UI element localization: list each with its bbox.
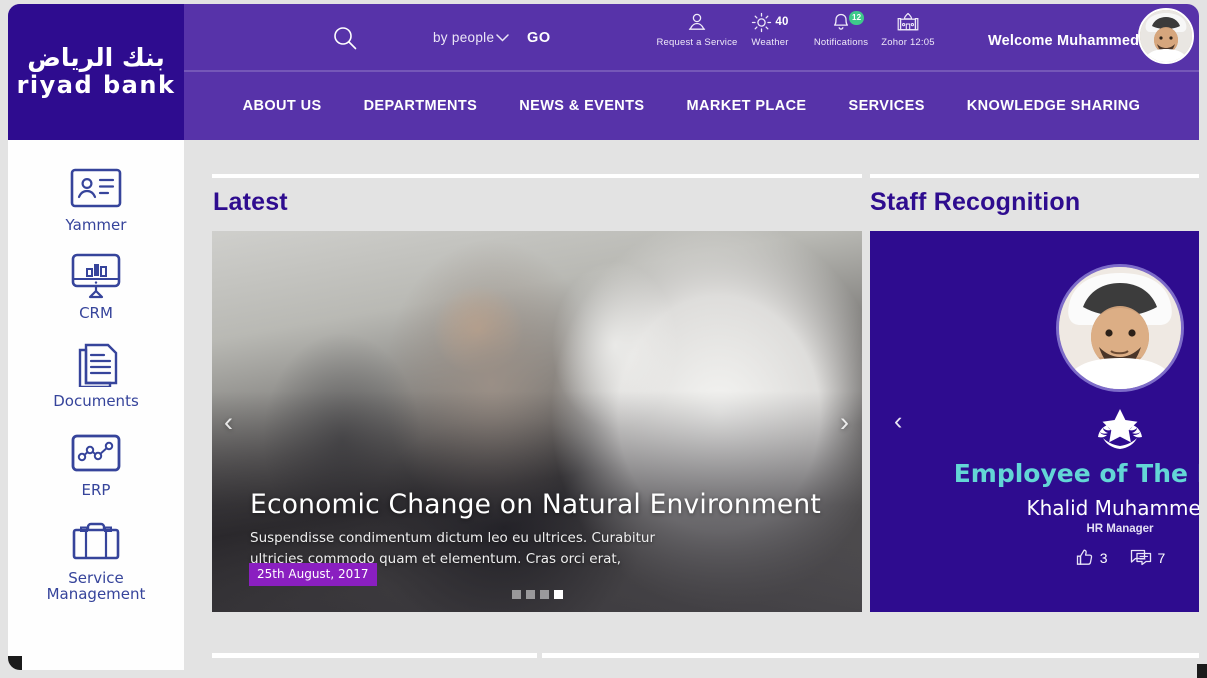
employee-role: HR Manager: [1086, 523, 1154, 535]
sidebar-item-label: ERP: [81, 480, 111, 499]
sidebar-item-erp[interactable]: ERP: [8, 427, 184, 498]
welcome-greeting: Welcome Muhammed: [988, 33, 1140, 49]
window-corner-left: [8, 656, 22, 670]
weather-temperature: 40: [775, 16, 789, 28]
screen: بنك الرياض riyad bank by people GO Reque…: [0, 0, 1207, 678]
avatar[interactable]: [1138, 8, 1194, 64]
sidebar-item-yammer[interactable]: Yammer: [8, 162, 184, 233]
search-scope-label[interactable]: by people: [433, 30, 494, 45]
news-date-badge: 25th August, 2017: [249, 563, 377, 586]
carousel-dot[interactable]: [511, 590, 521, 599]
nav-item-about-us[interactable]: ABOUT US: [222, 98, 343, 114]
employee-avatar: [1056, 264, 1184, 392]
award-title: Employee of The Month: [953, 459, 1199, 488]
sidebar-item-label: Service Management: [8, 570, 184, 602]
sidebar-item-service-management[interactable]: Service Management: [8, 515, 184, 602]
carousel-dot[interactable]: [525, 590, 535, 599]
carousel-dot-active[interactable]: [553, 590, 563, 599]
staff-section-divider: [870, 174, 1199, 178]
sidebar-item-documents[interactable]: Documents: [8, 338, 184, 411]
carousel-dots: [212, 590, 862, 599]
like-button[interactable]: 3: [1075, 548, 1108, 567]
comment-button[interactable]: 7: [1130, 548, 1166, 567]
mosque-icon: [858, 10, 958, 34]
id-card-icon: [8, 162, 184, 214]
nav-item-news-events[interactable]: NEWS & EVENTS: [498, 98, 665, 114]
main-content: Latest Staff Recognition Economic Change…: [184, 140, 1199, 670]
chevron-right-icon[interactable]: ›: [840, 409, 849, 436]
news-headline: Economic Change on Natural Environment: [250, 489, 821, 520]
sidebar-item-label: Yammer: [65, 216, 127, 234]
engagement-stats: 3 7: [870, 548, 1199, 567]
sidebar-item-crm[interactable]: CRM: [8, 250, 184, 321]
like-count: 3: [1099, 549, 1108, 566]
chevron-down-icon[interactable]: [496, 34, 509, 42]
comment-count: 7: [1157, 549, 1166, 566]
thumbs-up-icon: [1075, 548, 1094, 567]
documents-icon: [8, 338, 184, 390]
sidebar-label-line1: Service Management: [46, 568, 146, 603]
bottom-right-section-divider: [542, 653, 1199, 658]
line-graph-icon: [8, 427, 184, 479]
prayer-time-label: Zohor 12:05: [881, 37, 935, 48]
logo-english-text: riyad bank: [16, 71, 176, 100]
window-corner-right: [1197, 664, 1207, 678]
latest-section-divider: [212, 174, 862, 178]
nav-item-knowledge-sharing[interactable]: KNOWLEDGE SHARING: [946, 98, 1162, 114]
site-header: بنك الرياض riyad bank by people GO Reque…: [8, 4, 1199, 140]
utility-bar: by people GO Request a Service 40 Weathe…: [8, 4, 1199, 70]
latest-section-title: Latest: [213, 188, 288, 216]
nav-item-departments[interactable]: DEPARTMENTS: [343, 98, 499, 114]
sidebar-item-label: Documents: [53, 392, 139, 411]
comment-icon: [1130, 548, 1152, 567]
employee-name: Khalid Muhammed: [1026, 496, 1199, 520]
sidebar-item-label: CRM: [79, 304, 113, 323]
staff-recognition-panel[interactable]: ‹ ›: [870, 231, 1199, 612]
bottom-left-section-divider: [212, 653, 537, 658]
star-wreath-icon: [870, 408, 1199, 452]
staff-section-title: Staff Recognition: [870, 188, 1081, 216]
left-sidebar: Yammer CRM Documents ERP Service Managem…: [8, 140, 184, 670]
latest-news-carousel[interactable]: Economic Change on Natural Environment S…: [212, 231, 862, 612]
chevron-left-icon[interactable]: ‹: [224, 409, 233, 436]
quicklink-prayer-time[interactable]: Zohor 12:05: [858, 10, 958, 48]
search-icon[interactable]: [332, 25, 358, 51]
briefcase-icon: [8, 515, 184, 567]
nav-item-services[interactable]: SERVICES: [828, 98, 946, 114]
carousel-dot[interactable]: [539, 590, 549, 599]
main-navigation: ABOUT US DEPARTMENTS NEWS & EVENTS MARKE…: [184, 72, 1199, 140]
nav-item-market-place[interactable]: MARKET PLACE: [666, 98, 828, 114]
search-go-button[interactable]: GO: [527, 30, 551, 46]
monitor-chart-icon: [8, 250, 184, 302]
portal-page: بنك الرياض riyad bank by people GO Reque…: [8, 4, 1199, 670]
